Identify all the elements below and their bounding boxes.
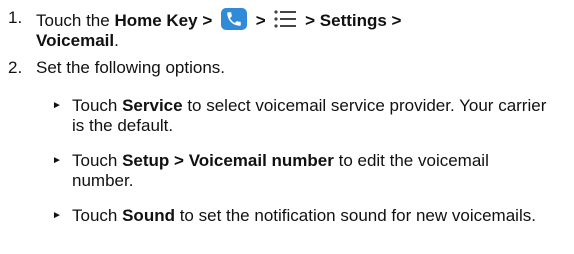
bullet-marker: ► — [52, 210, 62, 221]
bullet-bold: Service — [122, 96, 183, 115]
step-text-settings: > Settings > — [305, 11, 402, 30]
step-text-voicemail: Voicemail — [36, 31, 115, 50]
bullet-post: to set the notification sound for new vo… — [174, 206, 536, 225]
bullet-text: Touch Sound to set the notification soun… — [72, 206, 552, 226]
bullet-pre: Touch — [72, 206, 123, 225]
phone-icon — [220, 8, 247, 30]
menu-icon — [274, 10, 297, 28]
step-text-touch: Touch the — [36, 11, 115, 30]
step-text-home-key: Home Key > — [114, 11, 213, 30]
bullet-pre: Touch — [72, 151, 123, 170]
bullet-text: Touch Setup > Voicemail number to edit t… — [72, 151, 552, 191]
bullet-bold: Setup > Voicemail number — [122, 151, 334, 170]
bullet-marker: ► — [52, 155, 62, 166]
bullet-text: Touch Service to select voicemail servic… — [72, 96, 552, 136]
step-number: 2. — [8, 58, 23, 77]
step-text: Set the following options. — [36, 58, 226, 77]
bullet-bold: Sound — [122, 206, 175, 225]
bullet-marker: ► — [52, 100, 62, 111]
instructions: 1. Touch the Home Key > > > Settings > V… — [0, 0, 574, 254]
step-text-sep1: > — [255, 11, 266, 30]
step-text-period: . — [114, 31, 119, 50]
step-number: 1. — [8, 8, 23, 27]
step-text: Touch the Home Key > > > Settings > Voic… — [36, 8, 556, 51]
bullet-pre: Touch — [72, 96, 123, 115]
